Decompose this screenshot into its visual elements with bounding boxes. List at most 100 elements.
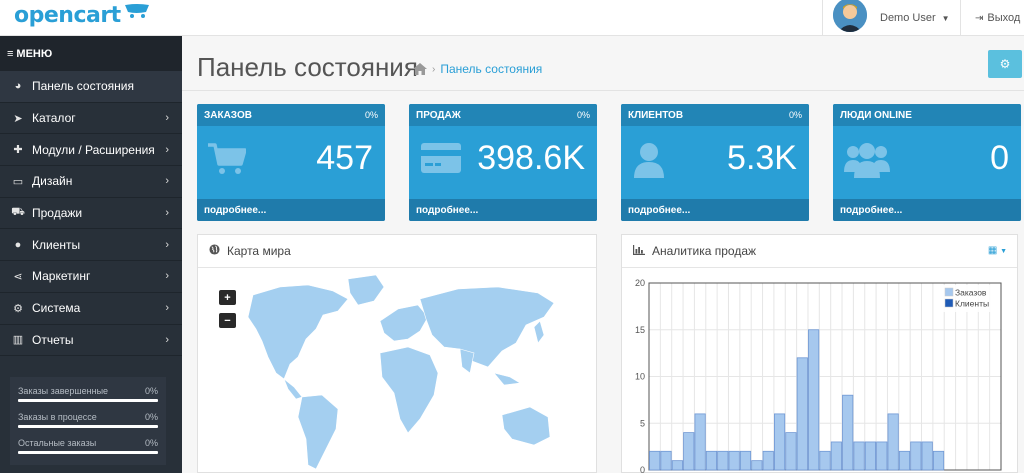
sidebar-item[interactable]: ◕ Панель состояния <box>0 71 182 103</box>
sidebar-item[interactable]: ● Клиенты › <box>0 229 182 262</box>
chart-tick-label: 10 <box>635 372 645 382</box>
tile-more-link[interactable]: подробнее... <box>197 199 385 221</box>
progress-value: 0% <box>144 438 158 448</box>
sidebar-item[interactable]: ⋖ Маркетинг › <box>0 261 182 293</box>
chart-tick-label: 15 <box>635 325 645 335</box>
world-map-panel: Карта мира + − <box>197 234 597 473</box>
sidebar-item-label: Продажи <box>32 206 83 221</box>
sidebar-item-label: Модули / Расширения <box>32 142 155 157</box>
chart-tick-label: 20 <box>635 278 645 288</box>
order-progress-box: Заказы завершенные 0% Заказы в процессе … <box>10 377 166 465</box>
sidebar-item-label: Маркетинг <box>32 269 91 284</box>
tile-title: ЛЮДИ ONLINE <box>833 104 1021 126</box>
menu-label: МЕНЮ <box>16 47 53 60</box>
chart-bar <box>751 460 763 471</box>
chevron-right-icon: › <box>165 143 169 156</box>
sidebar-item[interactable]: ⛟ Продажи › <box>0 198 182 230</box>
tile-more-link[interactable]: подробнее... <box>621 199 809 221</box>
chevron-right-icon: › <box>165 270 169 283</box>
progress-row: Заказы завершенные 0% <box>18 383 158 409</box>
home-icon[interactable] <box>413 63 427 75</box>
panel-heading: Аналитика продаж <box>622 235 1017 268</box>
tile-more-link[interactable]: подробнее... <box>833 199 1021 221</box>
progress-label: Заказы в процессе <box>18 412 97 422</box>
calendar-dropdown[interactable]: ▦ ▼ <box>988 245 1007 256</box>
world-map[interactable] <box>198 269 596 473</box>
sidebar-item[interactable]: ✚ Модули / Расширения › <box>0 134 182 167</box>
tile-percent: 0% <box>364 110 378 120</box>
users-icon <box>844 143 890 178</box>
top-header: opencart Demo User ▼ ⇥ Выход <box>0 0 1024 36</box>
panel-title: Аналитика продаж <box>652 244 757 258</box>
page-title: Панель состояния <box>197 52 418 82</box>
chart-legend-swatch <box>944 287 954 297</box>
cart-icon: ⛟ <box>11 206 25 219</box>
title-divider <box>182 90 1024 91</box>
sidebar-item[interactable]: ▥ Отчеты › <box>0 325 182 357</box>
chart-bar <box>932 450 945 471</box>
chart-legend-swatch <box>944 298 954 308</box>
chart-legend-label: Заказов <box>955 288 987 298</box>
puzzle-icon: ✚ <box>13 144 23 157</box>
gear-icon: ⚙ <box>999 57 1011 71</box>
tile-percent: 0% <box>576 110 590 120</box>
breadcrumb-separator: › <box>432 63 436 75</box>
chevron-right-icon: › <box>165 207 169 220</box>
sidebar-item[interactable]: ➤ Каталог › <box>0 103 182 135</box>
logout-link[interactable]: ⇥ Выход <box>960 0 1024 36</box>
tile-orders: ЗАКАЗОВ 0% 457 подробнее... <box>197 104 385 221</box>
menu-toggle[interactable]: ≡ МЕНЮ <box>0 36 182 71</box>
breadcrumb-link[interactable]: Панель состояния <box>440 62 542 76</box>
share-icon: ⋖ <box>13 270 23 283</box>
tags-icon: ➤ <box>13 112 23 125</box>
breadcrumb: › Панель состояния <box>413 62 542 76</box>
chart-tick-label: 0 <box>640 465 645 473</box>
sign-out-icon: ⇥ <box>975 12 984 24</box>
progress-row: Заказы в процессе 0% <box>18 409 158 435</box>
tile-more-link[interactable]: подробнее... <box>409 199 597 221</box>
sidebar-item-label: Дизайн <box>32 174 73 189</box>
bar-chart-icon <box>633 244 645 258</box>
chart-tick-label: 5 <box>640 418 645 428</box>
tile-value: 457 <box>316 139 373 177</box>
user-menu[interactable]: Demo User ▼ <box>822 0 960 36</box>
cart-icon <box>208 143 246 174</box>
chart-bar <box>762 450 774 471</box>
opencart-logo[interactable]: opencart <box>14 0 150 30</box>
monitor-icon: ▭ <box>12 175 24 188</box>
gear-icon: ⚙ <box>13 302 23 315</box>
chart-bar <box>739 450 752 471</box>
settings-button[interactable]: ⚙ <box>988 50 1022 78</box>
chart-bar <box>683 432 695 471</box>
chevron-right-icon: › <box>165 302 169 315</box>
chart-bar <box>705 450 718 471</box>
chart-bar <box>876 441 888 471</box>
chevron-right-icon: › <box>165 175 169 188</box>
user-icon <box>634 143 664 178</box>
progress-bar <box>18 451 158 454</box>
chart-bar <box>671 460 683 471</box>
sidebar-item-label: Панель состояния <box>32 79 134 94</box>
tile-online: ЛЮДИ ONLINE 0 подробнее... <box>833 104 1021 221</box>
chevron-right-icon: › <box>165 112 169 125</box>
progress-bar <box>18 399 158 402</box>
sales-chart: 0 5 10 15 20 ЗаказовКлиенты <box>635 278 1002 473</box>
chart-bar <box>717 450 729 471</box>
chart-bar <box>808 329 820 471</box>
sales-analytics-panel: Аналитика продаж ▦ ▼ 0 5 10 15 20 Заказов Клие… <box>621 234 1018 473</box>
sidebar-item-label: Отчеты <box>32 332 74 347</box>
progress-label: Заказы завершенные <box>18 386 109 396</box>
caret-down-icon: ▼ <box>1000 248 1007 255</box>
sidebar: ≡ МЕНЮ ◕ Панель состояния ➤ Каталог › ✚ Модули… <box>0 36 182 473</box>
sidebar-item[interactable]: ⚙ Система › <box>0 293 182 325</box>
dashboard-icon: ◕ <box>14 80 22 93</box>
tile-title: КЛИЕНТОВ 0% <box>621 104 809 126</box>
tile-value: 0 <box>990 139 1009 177</box>
sidebar-item[interactable]: ▭ Дизайн › <box>0 166 182 198</box>
tile-sales: ПРОДАЖ 0% 398.6K подробнее... <box>409 104 597 221</box>
chart-legend-label: Клиенты <box>955 299 989 309</box>
chart-bar <box>842 394 854 471</box>
bar-chart-icon: ▥ <box>12 334 24 347</box>
chevron-right-icon: › <box>165 333 169 346</box>
progress-value: 0% <box>144 386 158 396</box>
